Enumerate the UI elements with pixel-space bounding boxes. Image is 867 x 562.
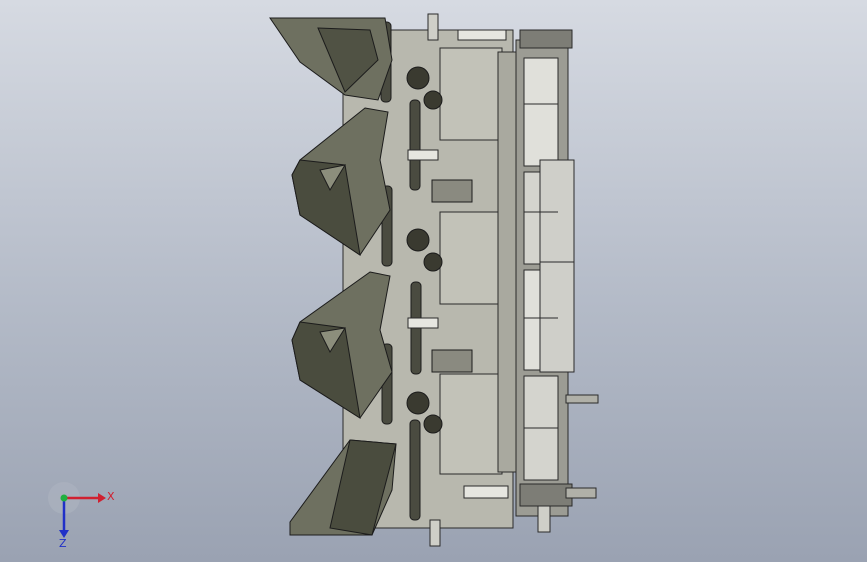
3d-viewport[interactable]: X Z: [0, 0, 867, 562]
x-axis-label: X: [107, 490, 115, 503]
cad-model[interactable]: [0, 0, 867, 562]
gearbox-housings: [439, 47, 517, 475]
z-axis-label: Z: [59, 537, 67, 548]
roller-drums: [515, 29, 599, 517]
y-axis-dot: [60, 494, 68, 502]
divider-shells: [269, 17, 397, 536]
axis-triad: X Z: [48, 482, 115, 548]
